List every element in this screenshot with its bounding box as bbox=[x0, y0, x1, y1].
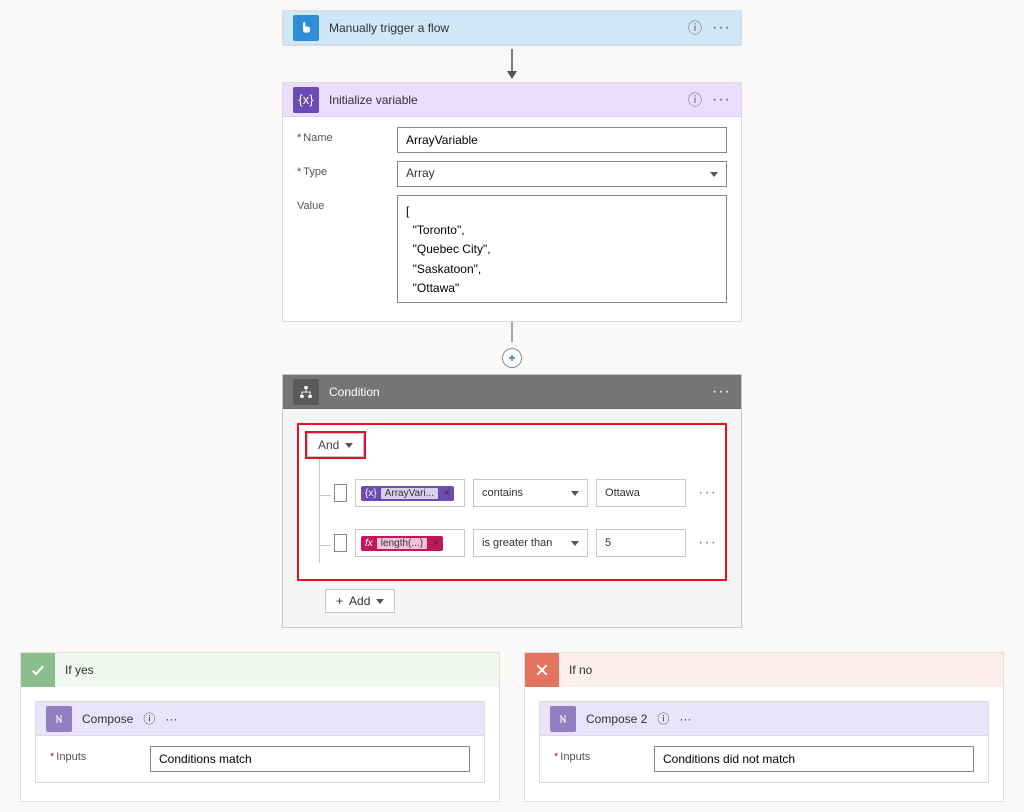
condition-row: fx length(...) × is greater than 5 bbox=[307, 523, 717, 563]
tree-line bbox=[307, 523, 326, 563]
operand-left[interactable]: fx length(...) × bbox=[355, 529, 465, 557]
operand-right[interactable]: Ottawa bbox=[596, 479, 686, 507]
chevron-down-icon bbox=[376, 599, 384, 604]
init-var-card[interactable]: {x} Initialize variable ⓘ ··· Name Type … bbox=[282, 82, 742, 322]
add-condition-button[interactable]: + Add bbox=[325, 589, 395, 613]
chevron-down-icon bbox=[571, 541, 579, 546]
highlighted-region: And {x} ArrayVari... × bbox=[297, 423, 727, 581]
inputs-label: Inputs bbox=[554, 746, 644, 763]
more-icon[interactable]: ··· bbox=[165, 712, 177, 726]
plus-icon: + bbox=[336, 594, 343, 608]
variable-token: {x} ArrayVari... × bbox=[361, 486, 454, 501]
operand-left[interactable]: {x} ArrayVari... × bbox=[355, 479, 465, 507]
compose-title: Compose bbox=[82, 712, 133, 726]
compose-card[interactable]: Compose 2 ⓘ ··· Inputs bbox=[539, 701, 989, 783]
more-icon[interactable]: ··· bbox=[712, 383, 731, 401]
compose-icon bbox=[550, 706, 576, 732]
init-var-title: Initialize variable bbox=[329, 93, 678, 107]
remove-token-icon[interactable]: × bbox=[444, 488, 450, 499]
type-select[interactable]: Array bbox=[397, 161, 727, 187]
chevron-down-icon bbox=[571, 491, 579, 496]
check-icon bbox=[21, 653, 55, 687]
expression-token: fx length(...) × bbox=[361, 536, 443, 551]
name-label: Name bbox=[297, 127, 387, 144]
compose-title: Compose 2 bbox=[586, 712, 647, 726]
inputs-input[interactable] bbox=[654, 746, 974, 772]
compose-header[interactable]: Compose ⓘ ··· bbox=[36, 702, 484, 736]
close-icon bbox=[525, 653, 559, 687]
help-icon[interactable]: ⓘ bbox=[143, 710, 155, 727]
condition-title: Condition bbox=[329, 385, 702, 399]
remove-token-icon[interactable]: × bbox=[433, 538, 439, 549]
arrow-connector bbox=[505, 46, 519, 82]
more-icon[interactable]: ··· bbox=[712, 91, 731, 109]
operand-right[interactable]: 5 bbox=[596, 529, 686, 557]
more-icon[interactable]: ··· bbox=[679, 712, 691, 726]
type-label: Type bbox=[297, 161, 387, 178]
compose-header[interactable]: Compose 2 ⓘ ··· bbox=[540, 702, 988, 736]
help-icon[interactable]: ⓘ bbox=[657, 710, 669, 727]
condition-icon bbox=[293, 379, 319, 405]
help-icon[interactable]: ⓘ bbox=[688, 90, 702, 110]
help-icon[interactable]: ⓘ bbox=[688, 18, 702, 38]
variable-icon: {x} bbox=[293, 87, 319, 113]
trigger-header[interactable]: Manually trigger a flow ⓘ ··· bbox=[283, 11, 741, 45]
branch-yes-label: If yes bbox=[65, 663, 94, 677]
branch-no-label: If no bbox=[569, 663, 592, 677]
compose-card[interactable]: Compose ⓘ ··· Inputs bbox=[35, 701, 485, 783]
inputs-label: Inputs bbox=[50, 746, 140, 763]
condition-header[interactable]: Condition ··· bbox=[283, 375, 741, 409]
row-more-icon[interactable]: ··· bbox=[698, 484, 717, 502]
trigger-title: Manually trigger a flow bbox=[329, 21, 678, 35]
operator-select[interactable]: is greater than bbox=[473, 529, 588, 557]
add-step-button[interactable]: + bbox=[502, 348, 522, 368]
operator-select[interactable]: contains bbox=[473, 479, 588, 507]
value-label: Value bbox=[297, 195, 387, 212]
trigger-card[interactable]: Manually trigger a flow ⓘ ··· bbox=[282, 10, 742, 46]
chevron-down-icon bbox=[345, 443, 353, 448]
group-operator-select[interactable]: And bbox=[307, 433, 364, 457]
compose-icon bbox=[46, 706, 72, 732]
branch-yes-header[interactable]: If yes bbox=[21, 653, 499, 687]
arrow-connector bbox=[505, 322, 519, 342]
branch-if-yes: If yes Compose ⓘ ··· Inputs bbox=[20, 652, 500, 802]
branch-if-no: If no Compose 2 ⓘ ··· Inputs bbox=[524, 652, 1004, 802]
more-icon[interactable]: ··· bbox=[712, 19, 731, 37]
row-checkbox[interactable] bbox=[334, 484, 347, 502]
condition-row: {x} ArrayVari... × contains Ottawa bbox=[307, 473, 717, 513]
inputs-input[interactable] bbox=[150, 746, 470, 772]
row-more-icon[interactable]: ··· bbox=[698, 534, 717, 552]
name-input[interactable] bbox=[397, 127, 727, 153]
touch-icon bbox=[293, 15, 319, 41]
init-var-header[interactable]: {x} Initialize variable ⓘ ··· bbox=[283, 83, 741, 117]
value-textarea[interactable] bbox=[397, 195, 727, 303]
tree-line bbox=[307, 473, 326, 513]
branch-no-header[interactable]: If no bbox=[525, 653, 1003, 687]
row-checkbox[interactable] bbox=[334, 534, 347, 552]
condition-card[interactable]: Condition ··· And {x} Ar bbox=[282, 374, 742, 628]
